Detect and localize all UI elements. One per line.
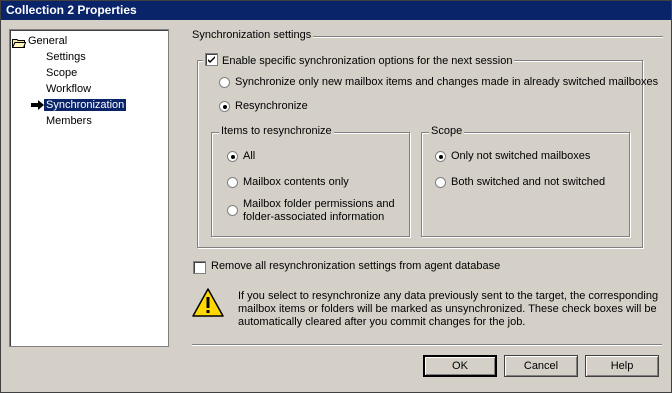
tree-item-workflow[interactable]: Workflow	[46, 82, 91, 96]
tree-label-scope: Scope	[46, 67, 78, 79]
items-permissions-line1: Mailbox folder permissions and	[243, 198, 395, 210]
items-all-radio[interactable]	[227, 151, 238, 162]
scope-not-switched-label[interactable]: Only not switched mailboxes	[451, 150, 590, 162]
items-permissions-label[interactable]: Mailbox folder permissions and folder-as…	[243, 198, 395, 224]
tree-label-general: General	[28, 35, 68, 47]
tree-item-members[interactable]: Members	[46, 114, 92, 128]
scope-both-label[interactable]: Both switched and not switched	[451, 176, 605, 188]
resynchronize-radio[interactable]	[219, 101, 230, 112]
warning-icon	[192, 288, 224, 317]
cancel-button[interactable]: Cancel	[504, 355, 578, 377]
navigation-tree[interactable]: General Settings Scope Workflow Synchron…	[9, 29, 169, 347]
tree-label-synchronization: Synchronization	[44, 99, 127, 111]
items-contents-radio[interactable]	[227, 177, 238, 188]
ok-button[interactable]: OK	[423, 355, 497, 377]
scope-group-title: Scope	[429, 125, 465, 137]
items-contents-label[interactable]: Mailbox contents only	[243, 176, 349, 188]
items-permissions-line2: folder-associated information	[243, 211, 385, 223]
items-permissions-radio[interactable]	[227, 205, 238, 216]
window-title: Collection 2 Properties	[1, 1, 671, 20]
checkmark-icon	[208, 56, 215, 63]
tree-label-settings: Settings	[46, 51, 86, 63]
properties-dialog: Collection 2 Properties General Settings…	[0, 0, 672, 393]
sync-new-only-radio[interactable]	[219, 77, 230, 88]
section-title: Synchronization settings	[192, 29, 312, 41]
enable-label: Enable specific synchronization options …	[222, 55, 513, 67]
enable-checkbox[interactable]	[205, 53, 218, 66]
scope-both-radio[interactable]	[435, 177, 446, 188]
footer-divider	[192, 344, 662, 346]
remove-settings-label[interactable]: Remove all resynchronization settings fr…	[211, 260, 500, 272]
folder-open-icon	[12, 39, 26, 48]
enable-option[interactable]: Enable specific synchronization options …	[203, 53, 515, 67]
help-button[interactable]: Help	[585, 355, 659, 377]
current-arrow-icon	[31, 100, 44, 110]
sync-new-only-label[interactable]: Synchronize only new mailbox items and c…	[235, 76, 658, 88]
remove-settings-checkbox[interactable]	[193, 261, 206, 274]
section-divider	[313, 36, 663, 38]
tree-label-members: Members	[46, 115, 92, 127]
warning-text: If you select to resynchronize any data …	[238, 290, 659, 328]
items-group-title: Items to resynchronize	[219, 125, 334, 137]
resynchronize-label[interactable]: Resynchronize	[235, 100, 308, 112]
tree-label-workflow: Workflow	[46, 83, 92, 95]
items-all-label[interactable]: All	[243, 150, 255, 162]
scope-not-switched-radio[interactable]	[435, 151, 446, 162]
tree-item-scope[interactable]: Scope	[46, 66, 77, 80]
tree-item-settings[interactable]: Settings	[46, 50, 86, 64]
tree-item-synchronization[interactable]: Synchronization	[44, 98, 127, 112]
